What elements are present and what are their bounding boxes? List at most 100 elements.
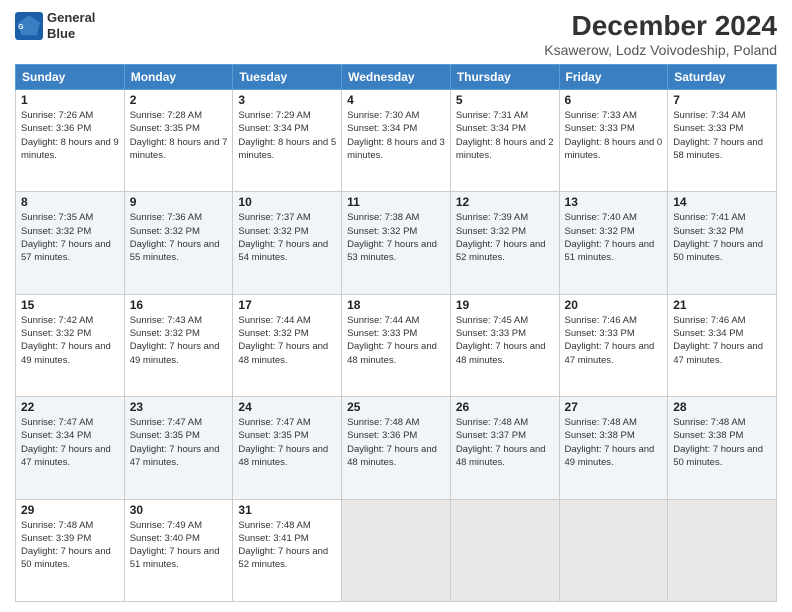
day-number: 24 — [238, 400, 336, 414]
day-number: 21 — [673, 298, 771, 312]
logo-text: General Blue — [47, 10, 95, 41]
cell-text: Sunrise: 7:48 AMSunset: 3:37 PMDaylight:… — [456, 417, 546, 468]
col-tuesday: Tuesday — [233, 65, 342, 90]
cell-text: Sunrise: 7:31 AMSunset: 3:34 PMDaylight:… — [456, 110, 554, 161]
table-cell — [559, 499, 668, 601]
cell-text: Sunrise: 7:44 AMSunset: 3:32 PMDaylight:… — [238, 315, 328, 366]
cell-text: Sunrise: 7:48 AMSunset: 3:38 PMDaylight:… — [673, 417, 763, 468]
title-block: December 2024 Ksawerow, Lodz Voivodeship… — [544, 10, 777, 58]
table-cell: 8 Sunrise: 7:35 AMSunset: 3:32 PMDaylight… — [16, 192, 125, 294]
table-cell: 15Sunrise: 7:42 AMSunset: 3:32 PMDayligh… — [16, 294, 125, 396]
day-number: 8 — [21, 195, 119, 209]
logo-line1: General — [47, 10, 95, 26]
calendar-table: Sunday Monday Tuesday Wednesday Thursday… — [15, 64, 777, 602]
day-number: 31 — [238, 503, 336, 517]
table-cell: 25 Sunrise: 7:48 AMSunset: 3:36 PMDayligh… — [342, 397, 451, 499]
cell-text: Sunrise: 7:40 AMSunset: 3:32 PMDaylight:… — [565, 212, 655, 263]
cell-text: Sunrise: 7:39 AMSunset: 3:32 PMDaylight:… — [456, 212, 546, 263]
table-cell — [450, 499, 559, 601]
week-row-2: 8 Sunrise: 7:35 AMSunset: 3:32 PMDaylight… — [16, 192, 777, 294]
table-cell: 27Sunrise: 7:48 AMSunset: 3:38 PMDayligh… — [559, 397, 668, 499]
col-monday: Monday — [124, 65, 233, 90]
cell-text: Sunrise: 7:47 AMSunset: 3:35 PMDaylight:… — [238, 417, 328, 468]
cell-text: Sunrise: 7:48 AMSunset: 3:36 PMDaylight:… — [347, 417, 437, 468]
day-number: 2 — [130, 93, 228, 107]
cell-text: Sunrise: 7:49 AMSunset: 3:40 PMDaylight:… — [130, 520, 220, 571]
day-number: 17 — [238, 298, 336, 312]
week-row-5: 29 Sunrise: 7:48 AMSunset: 3:39 PMDayligh… — [16, 499, 777, 601]
cell-text: Sunrise: 7:37 AMSunset: 3:32 PMDaylight:… — [238, 212, 328, 263]
day-number: 11 — [347, 195, 445, 209]
table-cell: 13 Sunrise: 7:40 AMSunset: 3:32 PMDayligh… — [559, 192, 668, 294]
cell-text: Sunrise: 7:30 AMSunset: 3:34 PMDaylight:… — [347, 110, 445, 161]
day-number: 20 — [565, 298, 663, 312]
col-wednesday: Wednesday — [342, 65, 451, 90]
day-number: 29 — [21, 503, 119, 517]
day-number: 26 — [456, 400, 554, 414]
cell-text: Sunrise: 7:43 AMSunset: 3:32 PMDaylight:… — [130, 315, 220, 366]
day-number: 16 — [130, 298, 228, 312]
table-cell: 4 Sunrise: 7:30 AMSunset: 3:34 PMDaylight… — [342, 90, 451, 192]
cell-text: Sunrise: 7:48 AMSunset: 3:41 PMDaylight:… — [238, 520, 328, 571]
day-number: 10 — [238, 195, 336, 209]
day-number: 13 — [565, 195, 663, 209]
table-cell: 9 Sunrise: 7:36 AMSunset: 3:32 PMDaylight… — [124, 192, 233, 294]
cell-text: Sunrise: 7:29 AMSunset: 3:34 PMDaylight:… — [238, 110, 336, 161]
cell-text: Sunrise: 7:36 AMSunset: 3:32 PMDaylight:… — [130, 212, 220, 263]
col-sunday: Sunday — [16, 65, 125, 90]
cell-text: Sunrise: 7:47 AMSunset: 3:34 PMDaylight:… — [21, 417, 111, 468]
table-cell: 2Sunrise: 7:28 AMSunset: 3:35 PMDaylight… — [124, 90, 233, 192]
logo-line2: Blue — [47, 26, 95, 42]
table-cell: 16 Sunrise: 7:43 AMSunset: 3:32 PMDayligh… — [124, 294, 233, 396]
day-number: 3 — [238, 93, 336, 107]
day-number: 9 — [130, 195, 228, 209]
page: G General Blue December 2024 Ksawerow, L… — [0, 0, 792, 612]
table-cell: 3 Sunrise: 7:29 AMSunset: 3:34 PMDaylight… — [233, 90, 342, 192]
table-cell: 31 Sunrise: 7:48 AMSunset: 3:41 PMDayligh… — [233, 499, 342, 601]
day-number: 27 — [565, 400, 663, 414]
calendar-header-row: Sunday Monday Tuesday Wednesday Thursday… — [16, 65, 777, 90]
subtitle: Ksawerow, Lodz Voivodeship, Poland — [544, 42, 777, 58]
cell-text: Sunrise: 7:47 AMSunset: 3:35 PMDaylight:… — [130, 417, 220, 468]
day-number: 22 — [21, 400, 119, 414]
col-saturday: Saturday — [668, 65, 777, 90]
table-cell: 11 Sunrise: 7:38 AMSunset: 3:32 PMDayligh… — [342, 192, 451, 294]
table-cell: 21Sunrise: 7:46 AMSunset: 3:34 PMDayligh… — [668, 294, 777, 396]
week-row-4: 22 Sunrise: 7:47 AMSunset: 3:34 PMDayligh… — [16, 397, 777, 499]
cell-text: Sunrise: 7:42 AMSunset: 3:32 PMDaylight:… — [21, 315, 111, 366]
col-thursday: Thursday — [450, 65, 559, 90]
cell-text: Sunrise: 7:38 AMSunset: 3:32 PMDaylight:… — [347, 212, 437, 263]
cell-text: Sunrise: 7:46 AMSunset: 3:33 PMDaylight:… — [565, 315, 655, 366]
day-number: 7 — [673, 93, 771, 107]
cell-text: Sunrise: 7:35 AMSunset: 3:32 PMDaylight:… — [21, 212, 111, 263]
day-number: 25 — [347, 400, 445, 414]
day-number: 1 — [21, 93, 119, 107]
table-cell — [342, 499, 451, 601]
table-cell: 28Sunrise: 7:48 AMSunset: 3:38 PMDayligh… — [668, 397, 777, 499]
day-number: 18 — [347, 298, 445, 312]
day-number: 23 — [130, 400, 228, 414]
cell-text: Sunrise: 7:48 AMSunset: 3:39 PMDaylight:… — [21, 520, 111, 571]
svg-text:G: G — [18, 24, 24, 31]
table-cell: 23 Sunrise: 7:47 AMSunset: 3:35 PMDayligh… — [124, 397, 233, 499]
day-number: 4 — [347, 93, 445, 107]
table-cell: 14Sunrise: 7:41 AMSunset: 3:32 PMDayligh… — [668, 192, 777, 294]
table-cell: 17 Sunrise: 7:44 AMSunset: 3:32 PMDayligh… — [233, 294, 342, 396]
generalblue-logo-icon: G — [15, 12, 43, 40]
table-cell: 24 Sunrise: 7:47 AMSunset: 3:35 PMDayligh… — [233, 397, 342, 499]
day-number: 30 — [130, 503, 228, 517]
header: G General Blue December 2024 Ksawerow, L… — [15, 10, 777, 58]
table-cell: 6Sunrise: 7:33 AMSunset: 3:33 PMDaylight… — [559, 90, 668, 192]
day-number: 12 — [456, 195, 554, 209]
table-cell: 18Sunrise: 7:44 AMSunset: 3:33 PMDayligh… — [342, 294, 451, 396]
main-title: December 2024 — [544, 10, 777, 42]
cell-text: Sunrise: 7:26 AMSunset: 3:36 PMDaylight:… — [21, 110, 119, 161]
day-number: 14 — [673, 195, 771, 209]
table-cell: 1 Sunrise: 7:26 AMSunset: 3:36 PMDaylight… — [16, 90, 125, 192]
week-row-1: 1 Sunrise: 7:26 AMSunset: 3:36 PMDaylight… — [16, 90, 777, 192]
table-cell: 26 Sunrise: 7:48 AMSunset: 3:37 PMDayligh… — [450, 397, 559, 499]
cell-text: Sunrise: 7:33 AMSunset: 3:33 PMDaylight:… — [565, 110, 663, 161]
cell-text: Sunrise: 7:45 AMSunset: 3:33 PMDaylight:… — [456, 315, 546, 366]
table-cell: 29 Sunrise: 7:48 AMSunset: 3:39 PMDayligh… — [16, 499, 125, 601]
week-row-3: 15Sunrise: 7:42 AMSunset: 3:32 PMDayligh… — [16, 294, 777, 396]
